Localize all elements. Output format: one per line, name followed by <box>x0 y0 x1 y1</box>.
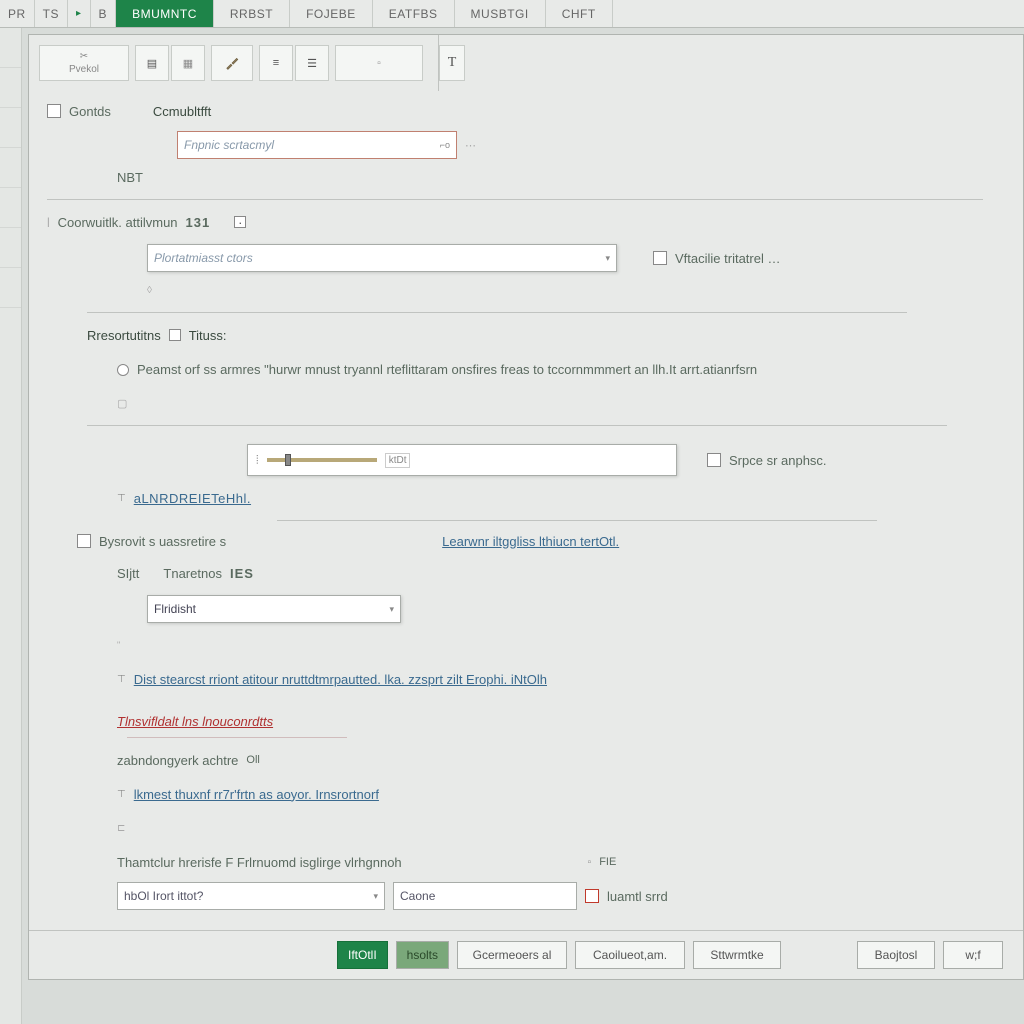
dialog-body: Gontds Ccmubltfft Fnpnic scrtacmyl ⌐o ⋯ … <box>29 91 1023 915</box>
bottom-inputs-label: Thamtclur hrerisfe F Frlrnuomd isglirge … <box>117 855 402 870</box>
list-button[interactable]: ≡ <box>259 45 293 81</box>
section4-sub-value: IES <box>230 566 254 581</box>
section1-input-value: Fnpnic scrtacmyl <box>184 138 274 152</box>
ribbon-tab-6[interactable]: FOJEBE <box>290 0 373 27</box>
footer-btn-1[interactable]: Gcermeoers al <box>457 941 567 969</box>
grip-icon: ⦙ <box>256 453 259 468</box>
ribbon-tab-9[interactable]: CHFT <box>546 0 613 27</box>
section3-paragraph: Peamst orf ss armres "hurwr mnust tryann… <box>137 362 757 377</box>
bottom-red-checkbox[interactable] <box>585 889 599 903</box>
key-icon: ⌐o <box>440 140 450 150</box>
font-size-button[interactable]: T <box>439 45 465 81</box>
red-link[interactable]: Tlnsvifldalt lns lnouconrdtts <box>117 714 273 729</box>
dialog-footer: IftOtlI hsolts Gcermeoers al Caoilueot,a… <box>29 930 1023 979</box>
footer-next-button[interactable]: w;f <box>943 941 1003 969</box>
link-small[interactable]: aLNRDREIETeHhl. <box>134 491 251 506</box>
chevron-down-icon: ▾ <box>605 253 610 264</box>
slider-container[interactable]: ⦙ ktDt <box>247 444 677 476</box>
section1-title: Ccmubltfft <box>153 104 211 119</box>
section4-right-link[interactable]: Learwnr iltggliss lthiucn tertOtl. <box>442 534 619 549</box>
section3-radio[interactable] <box>117 364 129 376</box>
main-dialog: ✂ Pvekol ▤ ▦ ≡ ☰ ▫ T Gontds Ccmubltfft <box>28 34 1024 980</box>
section2-value: 131 <box>186 215 211 230</box>
section2-mini-check[interactable]: · <box>234 216 246 228</box>
bottom-input-1[interactable]: hbOl Irort ittot? ▾ <box>117 882 385 910</box>
align-center-icon: ▦ <box>183 57 193 70</box>
clipboard-icon: ▢ <box>117 397 127 410</box>
section2-dropdown[interactable]: Plortatmiasst ctors ▾ <box>147 244 617 272</box>
chevron-down-icon: ▾ <box>373 891 378 902</box>
ribbon-tab-2[interactable]: ▸ <box>68 0 91 27</box>
nbx-label: NBT <box>117 170 143 185</box>
brush-icon <box>225 56 239 70</box>
bottom-input-2[interactable]: Caone <box>393 882 577 910</box>
sub-label: zabndongyerk achtre <box>117 753 238 768</box>
bottom-tag-label: FIE <box>599 856 616 868</box>
footer-back-button[interactable]: Baojtosl <box>857 941 935 969</box>
footer-btn-lgreen[interactable]: hsolts <box>396 941 449 969</box>
slider-track[interactable] <box>267 458 377 462</box>
footer-btn-3[interactable]: Sttwrmtke <box>693 941 781 969</box>
slider-thumb[interactable] <box>285 454 291 466</box>
bottom-checkbox-label: luamtl srrd <box>607 889 668 904</box>
list-icon: ≡ <box>273 57 279 69</box>
link-2[interactable]: lkmest thuxnf rr7r'frtn as aoyor. Irnsro… <box>134 787 379 802</box>
footer-btn-2[interactable]: Caoilueot,am. <box>575 941 685 969</box>
section4-dropdown[interactable]: Flridisht ▾ <box>147 595 401 623</box>
align-left-icon: ▤ <box>147 57 157 70</box>
sub-value: Oll <box>246 754 259 766</box>
section3-heading-b: Tituss: <box>189 328 227 343</box>
section3-checkbox[interactable] <box>169 329 181 341</box>
ribbon-tab-7[interactable]: EATFBS <box>373 0 455 27</box>
align-left-button[interactable]: ▤ <box>135 45 169 81</box>
justify-icon: ☰ <box>307 57 317 70</box>
section2-dropdown-value: Plortatmiasst ctors <box>154 251 253 265</box>
section4-sub-b: Tnaretnos <box>163 566 222 581</box>
section4-sub-a: SIjtt <box>117 566 139 581</box>
justify-button[interactable]: ☰ <box>295 45 329 81</box>
paste-button[interactable]: ✂ Pvekol <box>39 45 129 81</box>
left-gutter <box>0 28 22 1024</box>
text-icon: T <box>448 55 457 71</box>
section2-label: Coorwuitlk. attilvmun <box>58 215 178 230</box>
chevron-down-icon: ▾ <box>389 604 394 615</box>
document-icon: ▫ <box>377 58 381 69</box>
paste-label: Pvekol <box>69 64 99 75</box>
section2-side-label: Vftacilie tritatrel … <box>675 251 780 266</box>
footer-btn-green[interactable]: IftOtlI <box>337 941 388 969</box>
section1-checkbox[interactable] <box>47 104 61 118</box>
slider-end-label: ktDt <box>385 453 411 468</box>
section1-checkbox-label: Gontds <box>69 104 111 119</box>
ribbon-tab-5[interactable]: RRBST <box>214 0 290 27</box>
section3-heading-a: Rresortutitns <box>87 328 161 343</box>
bottom-input-1-value: hbOl Irort ittot? <box>124 889 203 903</box>
dialog-toolbar: ✂ Pvekol ▤ ▦ ≡ ☰ ▫ <box>29 35 439 91</box>
scissors-icon: ✂ <box>80 51 88 62</box>
section4-dropdown-value: Flridisht <box>154 602 196 616</box>
bottom-input-2-value: Caone <box>400 889 435 903</box>
section1-input[interactable]: Fnpnic scrtacmyl ⌐o <box>177 131 457 159</box>
section4-label: Bysrovit s uassretire s <box>99 534 226 549</box>
ribbon-tab-0[interactable]: pr <box>0 0 35 27</box>
ribbon-tabs: pr ts ▸ B Bmumntc RRBST FOJEBE EATFBS MU… <box>0 0 1024 28</box>
section2-side-checkbox[interactable] <box>653 251 667 265</box>
slider-side-label: Srpce sr anphsc. <box>729 453 827 468</box>
ribbon-tab-8[interactable]: MUSBTGI <box>455 0 546 27</box>
ribbon-tab-3[interactable]: B <box>91 0 117 27</box>
slider-side-checkbox[interactable] <box>707 453 721 467</box>
brush-button[interactable] <box>211 45 253 81</box>
blank-tool[interactable]: ▫ <box>335 45 423 81</box>
flag-icon: ⊏ <box>117 823 125 834</box>
link-1[interactable]: Dist stearcst rriont atitour nruttdtmrpa… <box>134 672 547 687</box>
ribbon-tab-4[interactable]: Bmumntc <box>116 0 214 27</box>
align-center-button[interactable]: ▦ <box>171 45 205 81</box>
section4-checkbox[interactable] <box>77 534 91 548</box>
ribbon-tab-1[interactable]: ts <box>35 0 68 27</box>
